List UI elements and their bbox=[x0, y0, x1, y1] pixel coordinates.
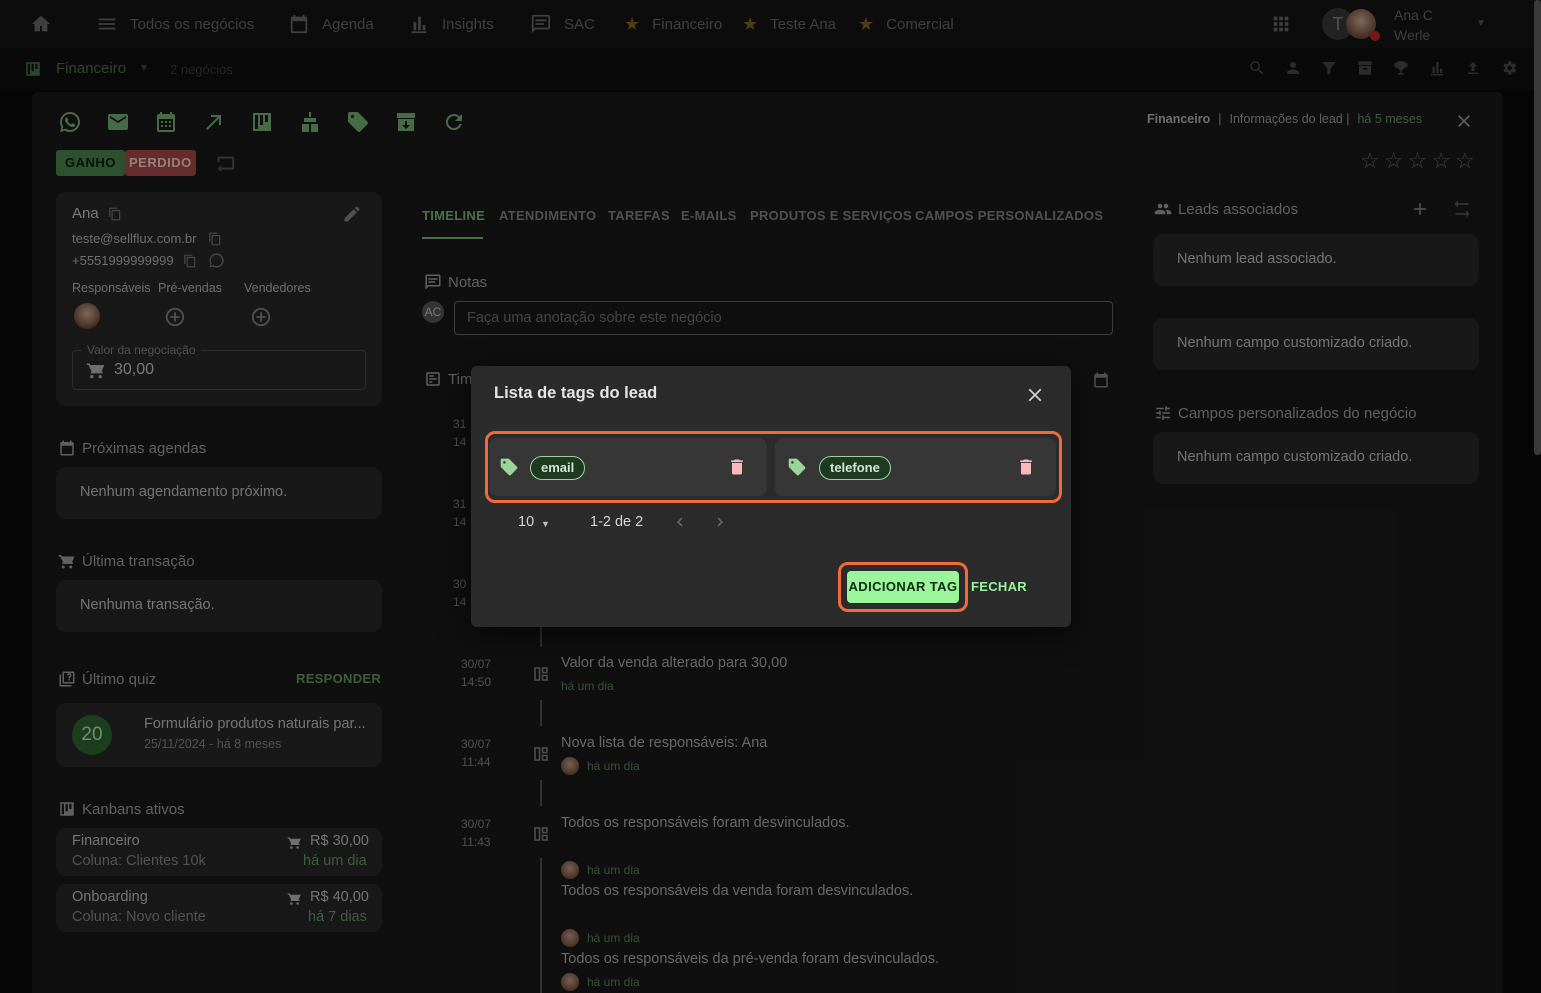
close-button[interactable]: FECHAR bbox=[971, 579, 1027, 594]
close-modal-icon[interactable] bbox=[1024, 384, 1046, 406]
add-tag-button[interactable]: ADICIONAR TAG bbox=[847, 571, 959, 603]
tag-icon bbox=[500, 458, 518, 476]
chevron-left-icon[interactable] bbox=[671, 513, 689, 531]
tag-chip: telefone bbox=[819, 456, 891, 480]
tag-chip: email bbox=[530, 456, 586, 480]
tag-item-telefone: telefone bbox=[775, 438, 1056, 496]
trash-icon[interactable] bbox=[1016, 456, 1036, 478]
per-page-chevron-icon[interactable]: ▼ bbox=[541, 519, 550, 529]
trash-icon[interactable] bbox=[727, 456, 747, 478]
tags-modal: Lista de tags do lead email telefone 10 … bbox=[471, 366, 1071, 627]
per-page-select[interactable]: 10 bbox=[518, 514, 534, 530]
tag-item-email: email bbox=[489, 438, 767, 496]
chevron-right-icon[interactable] bbox=[711, 513, 729, 531]
pagination-range: 1-2 de 2 bbox=[590, 514, 644, 530]
modal-title: Lista de tags do lead bbox=[494, 384, 658, 402]
tag-icon bbox=[788, 458, 806, 476]
scrollbar[interactable] bbox=[1534, 0, 1541, 455]
